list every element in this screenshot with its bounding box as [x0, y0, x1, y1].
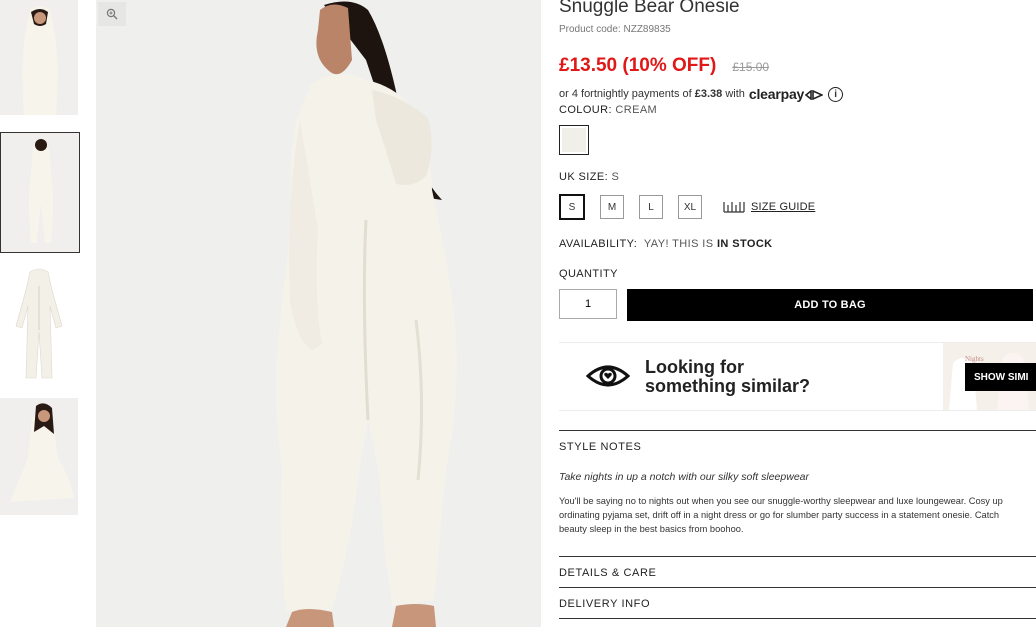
product-code: Product code: NZZ89835	[559, 24, 671, 35]
quantity-input[interactable]	[559, 289, 617, 319]
details-care-heading[interactable]: DETAILS & CARE	[559, 556, 1036, 579]
similar-items-banner: Looking for something similar? Nights SH…	[559, 342, 1036, 411]
size-value: S	[611, 171, 620, 183]
zoom-icon	[106, 8, 118, 20]
ruler-icon	[723, 202, 745, 213]
colour-value: CREAM	[615, 104, 658, 116]
clearpay-amount: £3.38	[694, 88, 723, 100]
similar-heading: Looking for something similar?	[645, 357, 811, 396]
availability-status: IN STOCK	[716, 238, 773, 250]
product-title: Snuggle Bear Onesie	[559, 0, 740, 17]
size-option-s[interactable]: S	[559, 194, 585, 220]
style-notes-body: You'll be saying no to nights out when y…	[559, 496, 1003, 534]
availability-prefix: YAY! THIS IS	[643, 238, 714, 250]
clearpay-prefix: or 4 fortnightly payments of	[559, 88, 692, 100]
clearpay-message: or 4 fortnightly payments of £3.38 with …	[559, 86, 844, 102]
size-selector: S M L XL SIZE GUIDE	[559, 194, 815, 220]
style-notes-heading[interactable]: STYLE NOTES	[559, 430, 1036, 453]
delivery-info-heading[interactable]: DELIVERY INFO	[559, 587, 1036, 610]
thumbnail-sitting[interactable]	[0, 398, 78, 515]
size-label: UK SIZE: S	[559, 171, 620, 183]
clearpay-logo: clearpay	[749, 86, 825, 102]
size-guide-link[interactable]: SIZE GUIDE	[723, 201, 815, 213]
colour-label: COLOUR: CREAM	[559, 104, 658, 116]
colour-swatch-cream[interactable]	[559, 125, 589, 155]
price-row: £13.50 (10% OFF) £15.00	[559, 55, 769, 77]
original-price: £15.00	[732, 60, 770, 74]
main-product-image	[96, 0, 541, 627]
clearpay-with: with	[725, 88, 745, 100]
thumbnail-back[interactable]	[0, 132, 80, 253]
info-icon[interactable]: i	[828, 86, 844, 102]
quantity-label: QUANTITY	[559, 268, 618, 280]
size-option-m[interactable]: M	[600, 195, 624, 219]
availability: AVAILABILITY: YAY! THIS IS IN STOCK	[559, 238, 773, 250]
size-option-xl[interactable]: XL	[678, 195, 702, 219]
thumbnail-flat[interactable]	[0, 266, 78, 382]
eye-icon	[586, 365, 630, 387]
zoom-button[interactable]	[98, 2, 126, 26]
style-notes-subtitle: Take nights in up a notch with our silky…	[559, 471, 809, 483]
show-similar-button[interactable]: SHOW SIMI	[965, 363, 1036, 391]
model-image	[96, 0, 541, 627]
add-to-bag-button[interactable]: ADD TO BAG	[627, 289, 1033, 321]
svg-text:Nights: Nights	[965, 355, 984, 363]
sale-price: £13.50 (10% OFF)	[559, 55, 717, 76]
divider	[559, 618, 1036, 619]
thumbnail-front[interactable]	[0, 0, 78, 115]
size-option-l[interactable]: L	[639, 195, 663, 219]
